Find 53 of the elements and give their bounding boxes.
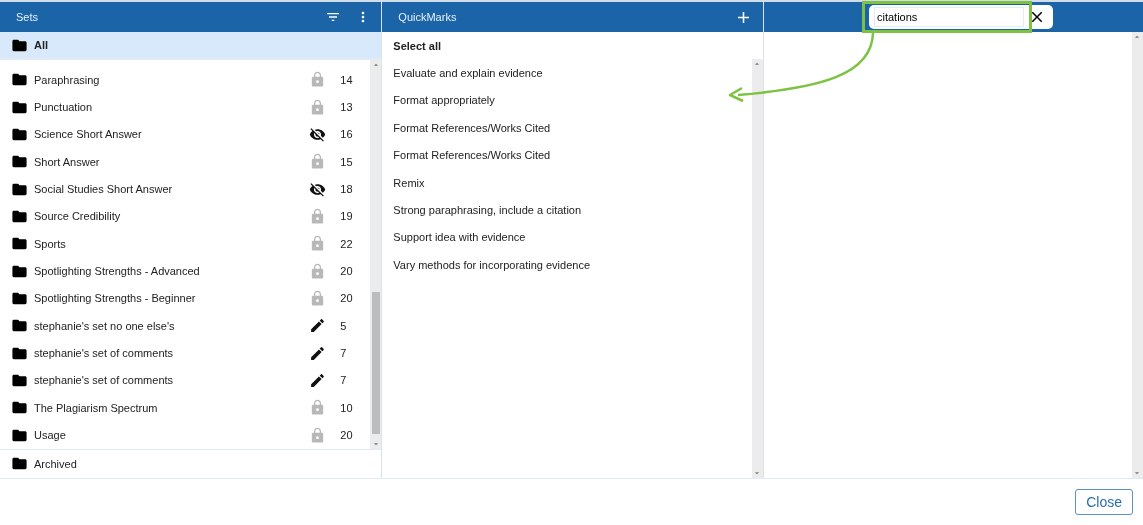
set-name: Source Credibility: [34, 210, 122, 223]
set-name: The Plagiarism Spectrum: [34, 401, 159, 414]
pencil-icon: [309, 317, 327, 335]
set-name: Paraphrasing: [34, 73, 101, 86]
set-name: Spotlighting Strengths - Beginner: [34, 292, 197, 305]
set-count: 14: [340, 73, 354, 86]
panel-title: QuickMarks: [398, 11, 458, 23]
pencil-icon: [309, 371, 327, 389]
quickmark-item[interactable]: Strong paraphrasing, include a citation: [382, 196, 752, 224]
quickmark-item[interactable]: Format appropriately: [382, 86, 752, 115]
search-input[interactable]: citations: [874, 7, 1024, 27]
eye-slash-icon: [309, 180, 327, 198]
set-count: 20: [340, 429, 354, 442]
set-name: stephanie's set of comments: [34, 347, 175, 360]
quickmark-item[interactable]: Support idea with evidence: [382, 223, 752, 252]
set-count: 7: [340, 347, 348, 360]
set-name: Usage: [34, 429, 67, 442]
scrollbar[interactable]: [751, 59, 763, 478]
set-name: stephanie's set no one else's: [34, 319, 176, 332]
scrollbar[interactable]: [370, 60, 382, 449]
set-name: Punctuation: [34, 101, 94, 113]
pencil-icon: [309, 344, 327, 362]
select-all-option[interactable]: Select all: [382, 32, 763, 60]
set-count: 16: [340, 128, 354, 141]
quickmark-item[interactable]: Format References/Works Cited: [382, 141, 752, 169]
scrollbar[interactable]: [1132, 32, 1143, 478]
panel-title: Sets: [16, 11, 39, 23]
set-count: 19: [340, 210, 354, 223]
quickmark-item[interactable]: Evaluate and explain evidence: [382, 59, 752, 87]
set-name: All: [34, 39, 50, 51]
set-name: Archived: [34, 457, 78, 470]
set-name: Social Studies Short Answer: [34, 183, 174, 196]
set-name: Spotlighting Strengths - Advanced: [34, 265, 201, 278]
set-count: 10: [340, 401, 354, 414]
set-name: stephanie's set of comments: [34, 374, 175, 387]
set-count: 15: [340, 155, 354, 168]
set-count: 18: [340, 183, 354, 196]
search-field[interactable]: citations: [869, 5, 1053, 29]
set-name: Short Answer: [34, 155, 101, 168]
set-count: 7: [340, 374, 348, 387]
eye-slash-icon: [309, 125, 327, 143]
set-name: Science Short Answer: [34, 128, 143, 141]
quickmark-item[interactable]: Format References/Works Cited: [382, 114, 752, 142]
set-row[interactable]: All: [0, 32, 382, 58]
set-count: 20: [340, 292, 354, 305]
set-name: Sports: [34, 237, 67, 250]
set-count: 20: [340, 265, 354, 278]
close-button[interactable]: Close: [1075, 488, 1133, 515]
set-count: 13: [340, 101, 354, 113]
set-count: 22: [340, 237, 354, 250]
quickmark-item[interactable]: Vary methods for incorporating evidence: [382, 251, 752, 279]
quickmark-item[interactable]: Remix: [382, 168, 752, 197]
set-count: 5: [340, 319, 348, 332]
